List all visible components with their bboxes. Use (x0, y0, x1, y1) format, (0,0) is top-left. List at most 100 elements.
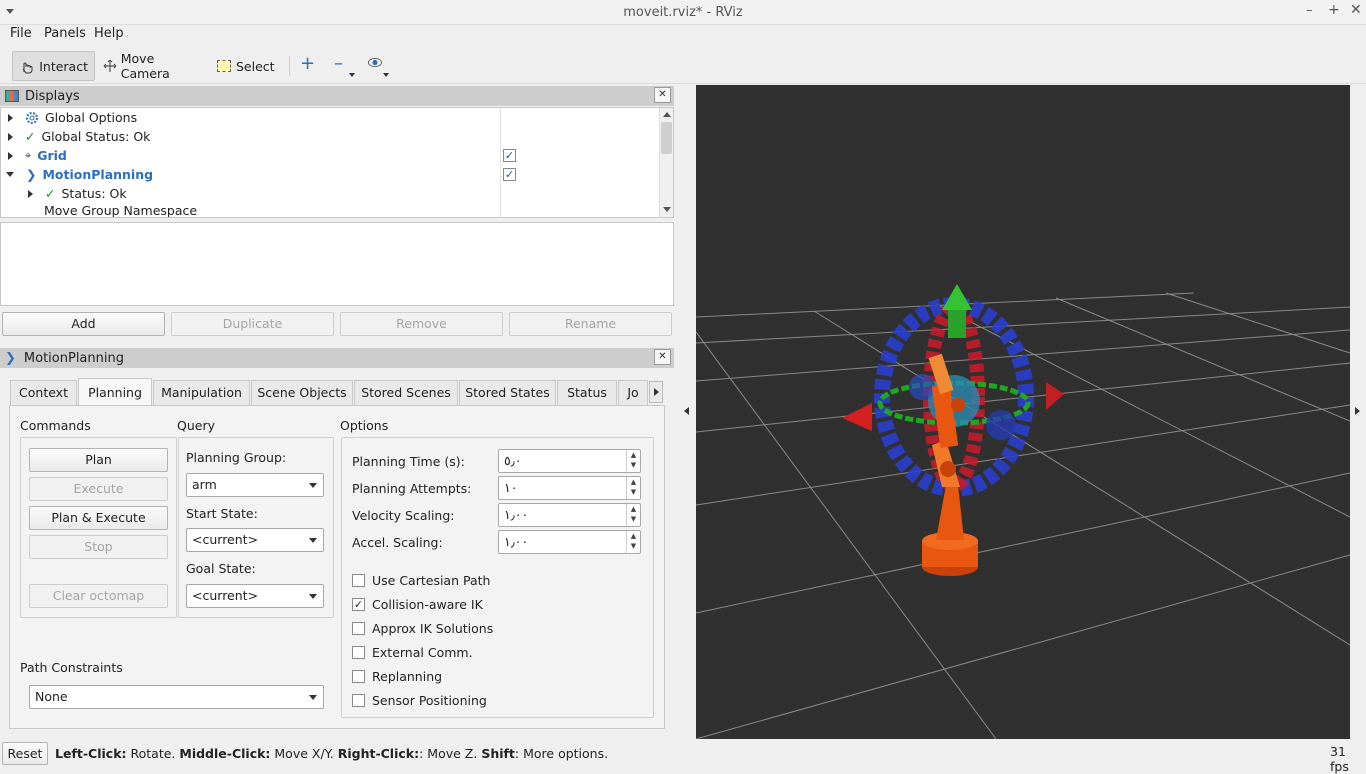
shift-key: Shift (481, 746, 515, 761)
start-state-select[interactable]: <current> (186, 528, 324, 552)
sensor-positioning-checkbox[interactable]: Sensor Positioning (352, 693, 487, 708)
collapse-left-dock-icon[interactable] (684, 407, 689, 415)
checkbox-box[interactable] (352, 574, 365, 587)
interactive-marker (842, 284, 1064, 497)
query-heading: Query (177, 418, 215, 433)
tree-row-global-status[interactable]: ✓ Global Status: Ok (8, 127, 150, 146)
tree-scrollbar[interactable] (659, 108, 673, 217)
select-tool-button[interactable]: Select (211, 51, 283, 81)
scroll-up-icon[interactable] (663, 112, 671, 117)
displays-tree: Global Options ✓ Global Status: Ok ⌖ Gri… (0, 107, 674, 218)
displays-title: Displays (25, 88, 80, 104)
spin-arrows-icon[interactable]: ▲ ▼ (626, 531, 640, 553)
path-constraints-select[interactable]: None (29, 685, 324, 709)
collapse-right-dock-icon[interactable] (1355, 407, 1360, 415)
select-rect-icon (217, 60, 231, 72)
view-eye-icon[interactable] (368, 58, 382, 67)
checkbox-box[interactable] (352, 622, 365, 635)
grid-enabled-checkbox[interactable]: ✓ (503, 149, 516, 162)
plan-button[interactable]: Plan (29, 448, 168, 472)
move-camera-label: Move Camera (120, 51, 170, 81)
commands-heading: Commands (20, 418, 91, 433)
tree-row-move-group-namespace[interactable]: Move Group Namespace (44, 203, 197, 217)
remove-tool-icon[interactable]: – (334, 55, 343, 73)
menu-panels[interactable]: Panels (44, 26, 86, 41)
add-tool-icon[interactable]: + (300, 55, 315, 73)
checkbox-box[interactable] (352, 670, 365, 683)
tree-row-motion-planning[interactable]: ❯ MotionPlanning (6, 165, 153, 184)
left-click-desc: Rotate. (126, 746, 180, 761)
accel-scaling-spinbox[interactable]: ١٫٠٠ ▲ ▼ (498, 530, 641, 554)
checkbox-box[interactable]: ✓ (352, 598, 365, 611)
scroll-down-icon[interactable] (663, 207, 671, 212)
motion-planning-panel-header: ❯ MotionPlanning ✕ (0, 348, 674, 368)
tab-joints[interactable]: Jo (618, 380, 648, 405)
interact-tool-button[interactable]: Interact (12, 51, 95, 81)
spin-arrows-icon[interactable]: ▲ ▼ (626, 504, 640, 526)
replanning-checkbox[interactable]: Replanning (352, 669, 442, 684)
execute-button[interactable]: Execute (29, 477, 168, 501)
tree-row-grid[interactable]: ⌖ Grid (8, 146, 67, 165)
approx-ik-checkbox[interactable]: Approx IK Solutions (352, 621, 493, 636)
tab-manipulation[interactable]: Manipulation (153, 380, 250, 405)
remove-display-button[interactable]: Remove (340, 312, 503, 336)
3d-render-viewport[interactable] (695, 85, 1351, 740)
tab-scroll-right-button[interactable] (649, 381, 663, 403)
rename-display-button[interactable]: Rename (509, 312, 672, 336)
check-ok-icon: ✓ (25, 129, 36, 144)
minimize-icon[interactable]: – (1306, 3, 1313, 18)
accel-scaling-label: Accel. Scaling: (352, 535, 443, 550)
tab-stored-states[interactable]: Stored States (459, 380, 556, 405)
left-click-key: Left-Click: (55, 746, 127, 761)
expand-icon[interactable] (28, 189, 33, 198)
tab-planning[interactable]: Planning (78, 378, 152, 406)
checkbox-label: Replanning (372, 669, 443, 684)
clear-octomap-button[interactable]: Clear octomap (29, 584, 168, 608)
scroll-thumb[interactable] (661, 122, 672, 154)
planning-time-spinbox[interactable]: ٥٫٠ ▲ ▼ (498, 449, 641, 473)
menu-file[interactable]: File (10, 26, 32, 41)
interact-label: Interact (39, 58, 88, 74)
tab-status[interactable]: Status (557, 380, 617, 405)
displays-close-button[interactable]: ✕ (654, 87, 671, 103)
tab-stored-scenes[interactable]: Stored Scenes (354, 380, 458, 405)
expand-icon[interactable] (8, 113, 13, 122)
motion-planning-enabled-checkbox[interactable]: ✓ (503, 168, 516, 181)
close-icon[interactable]: ✕ (1350, 2, 1362, 18)
move-camera-tool-button[interactable]: Move Camera (96, 51, 201, 81)
duplicate-display-button[interactable]: Duplicate (171, 312, 334, 336)
tab-scene-objects[interactable]: Scene Objects (251, 380, 353, 405)
spin-arrows-icon[interactable]: ▲ ▼ (626, 477, 640, 499)
tab-context[interactable]: Context (10, 380, 77, 405)
collision-aware-ik-checkbox[interactable]: ✓ Collision-aware IK (352, 597, 483, 612)
velocity-scaling-spinbox[interactable]: ١٫٠٠ ▲ ▼ (498, 503, 641, 527)
goal-state-select[interactable]: <current> (186, 584, 324, 608)
toolbar: Interact Move Camera Select + – (0, 46, 1366, 84)
add-display-button[interactable]: Add (2, 312, 165, 336)
checkbox-box[interactable] (352, 646, 365, 659)
tree-row-status[interactable]: ✓ Status: Ok (28, 184, 127, 203)
checkbox-label: External Comm. (372, 645, 473, 660)
menu-help[interactable]: Help (94, 26, 124, 41)
view-dropdown-icon[interactable] (383, 73, 389, 77)
use-cartesian-path-checkbox[interactable]: Use Cartesian Path (352, 573, 490, 588)
displays-panel-header: Displays ✕ (0, 86, 674, 106)
planning-group-select[interactable]: arm (186, 473, 324, 497)
status-hint: Left-Click: Rotate. Middle-Click: Move X… (55, 746, 608, 761)
tree-row-global-options[interactable]: Global Options (8, 108, 137, 127)
expand-icon[interactable] (8, 151, 13, 160)
reset-view-button[interactable]: Reset (2, 742, 48, 765)
maximize-icon[interactable]: + (1328, 2, 1340, 18)
expand-icon[interactable] (8, 132, 13, 141)
remove-tool-dropdown-icon[interactable] (349, 73, 355, 77)
checkbox-box[interactable] (352, 694, 365, 707)
external-comm-checkbox[interactable]: External Comm. (352, 645, 473, 660)
collapse-icon[interactable] (6, 172, 14, 177)
right-click-desc: : Move Z. (419, 746, 482, 761)
motion-planning-close-button[interactable]: ✕ (654, 349, 671, 365)
planning-attempts-spinbox[interactable]: ١٠ ▲ ▼ (498, 476, 641, 500)
accel-scaling-value: ١٫٠٠ (504, 534, 529, 549)
spin-arrows-icon[interactable]: ▲ ▼ (626, 450, 640, 472)
plan-execute-button[interactable]: Plan & Execute (29, 506, 168, 530)
stop-button[interactable]: Stop (29, 535, 168, 559)
